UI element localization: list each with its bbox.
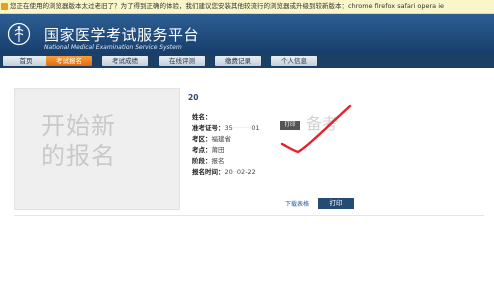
site-title: 国家医学考试服务平台 — [44, 26, 200, 44]
site-field: 考点：莆田 — [192, 146, 225, 154]
tab-online-assessment[interactable]: 在线评测 — [159, 56, 205, 66]
tab-home[interactable]: 首页 — [3, 56, 49, 66]
tab-exam-registration[interactable]: 考试报名 — [46, 56, 92, 66]
red-check-mark — [280, 104, 352, 154]
print-button[interactable]: 打印 — [318, 198, 354, 209]
stage-field: 阶段：报名 — [192, 157, 225, 165]
site-subtitle: National Medical Examination Service Sys… — [44, 44, 182, 51]
download-form-link[interactable]: 下载表格 — [285, 199, 309, 208]
registration-heading: 20 — [188, 93, 199, 102]
new-registration-card[interactable]: 开始新 的报名 — [14, 88, 180, 210]
warning-icon — [1, 2, 8, 10]
ticket-field: 准考证号：35·········01 — [192, 124, 260, 132]
emblem-icon — [7, 22, 31, 46]
tab-personal-info[interactable]: 个人信息 — [271, 56, 317, 66]
browser-warning-text: 您正在使用的浏览器版本太过老旧了？为了得到正确的体验，我们建议您安装其他较流行的… — [10, 2, 445, 10]
ticket-value-obscured: ········· — [232, 124, 252, 132]
site-header: 国家医学考试服务平台 National Medical Examination … — [0, 14, 494, 54]
new-registration-text: 开始新 的报名 — [41, 112, 116, 170]
tab-payment-records[interactable]: 缴费记录 — [215, 56, 261, 66]
browser-warning-bar: 您正在使用的浏览器版本太过老旧了？为了得到正确的体验，我们建议您安装其他较流行的… — [0, 0, 494, 14]
name-field: 姓名： — [192, 113, 212, 121]
time-field: 报名时间：20··02-22 — [192, 168, 256, 176]
tab-exam-scores[interactable]: 考试成绩 — [102, 56, 148, 66]
content-divider — [14, 215, 484, 216]
area-field: 考区：福建省 — [192, 135, 231, 143]
main-nav: 首页 考试报名 考试成绩 在线评测 缴费记录 个人信息 — [0, 54, 494, 68]
